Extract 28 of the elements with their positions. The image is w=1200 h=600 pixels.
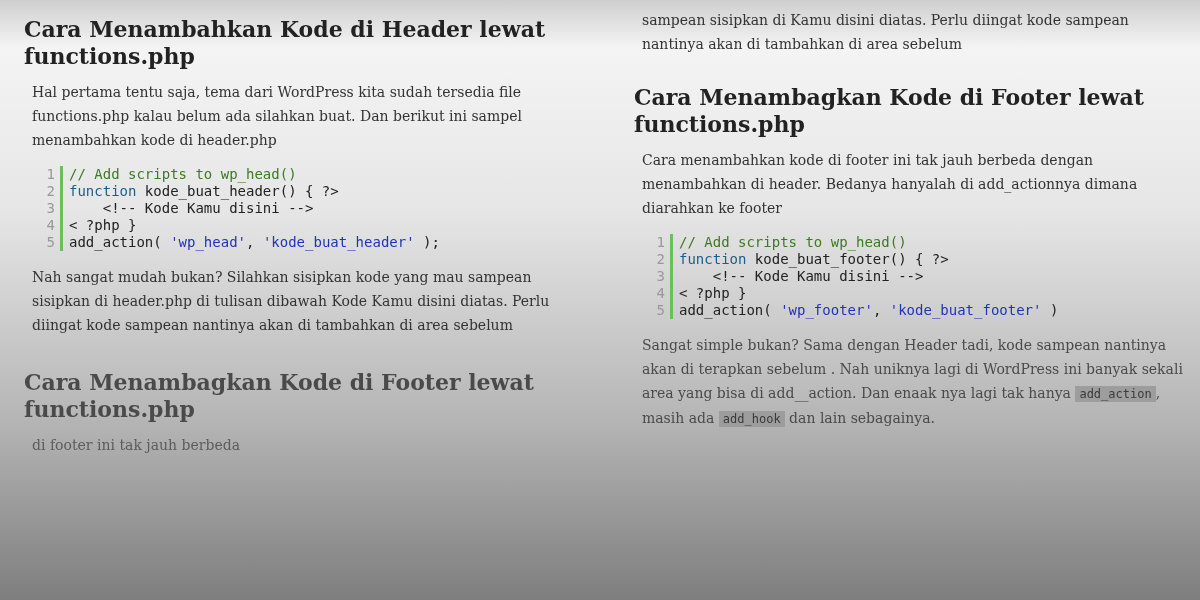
line-number: 3 [655,268,665,285]
code-line: add_action( 'wp_head', 'kode_buat_header' ); [69,234,440,251]
line-number: 3 [45,200,55,217]
code-line: <!-- Kode Kamu disini --> [711,268,924,285]
paragraph: Hal pertama tentu saja, tema dari WordPress kita sudah tersedia file functions.php kalau belum ada silahkan buat. Dan berikut ini sampel menambahkan kode di header.php [32,83,523,150]
line-number: 5 [45,234,55,251]
line-number: 1 [45,166,55,183]
line-number: 2 [655,251,665,268]
line-number: 1 [655,234,665,251]
code-line: function kode_buat_footer() { ?> [679,251,949,268]
code-line: // Add scripts to wp_head() [69,166,297,183]
paragraph: Cara menambahkan kode di footer ini tak jauh berbeda dengan menambahkan di header. Bedanya hanyalah di add_actionnya dimana diarahkan ke footer [642,151,1139,218]
paragraph: Sangat simple bukan? Sama dengan Header tadi, kode sampean nantinya akan di terapkan sebelum . Nah uniknya lagi di WordPress ini banyak sekali area yang bisa di add__action. Dan enaak nya lagi tak hanya add_action , masih ada add_hook dan lain sebagainya. [642,336,1184,429]
code-line: <!-- Kode Kamu disini --> [101,200,314,217]
line-number: 2 [45,183,55,200]
paragraph: di footer ini tak jauh berbeda [32,436,241,455]
line-number: 4 [655,285,665,302]
code-line: < ?php } [679,285,747,302]
code-line: // Add scripts to wp_head() [679,234,907,251]
section-heading: Cara Menambahkan Kode di Header lewat functions.php [24,16,547,70]
code-line: add_action( 'wp_footer', 'kode_buat_footer' ) [679,302,1059,319]
line-number: 4 [45,217,55,234]
code-line: function kode_buat_header() { ?> [69,183,339,200]
section-heading: Cara Menambagkan Kode di Footer lewat functions.php [24,369,535,423]
code-line: < ?php } [69,217,137,234]
section-heading: Cara Menambagkan Kode di Footer lewat functions.php [634,84,1145,138]
paragraph: sampean sisipkan di Kamu disini diatas. Perlu diingat kode sampean nantinya akan di tambahkan di area sebelum [642,11,1130,54]
paragraph: Nah sangat mudah bukan? Silahkan sisipkan kode yang mau sampean sisipkan di header.php di tulisan dibawah Kode Kamu disini diatas. Perlu diingat kode sampean nantinya akan di tambahkan di area sebelum [32,268,551,335]
